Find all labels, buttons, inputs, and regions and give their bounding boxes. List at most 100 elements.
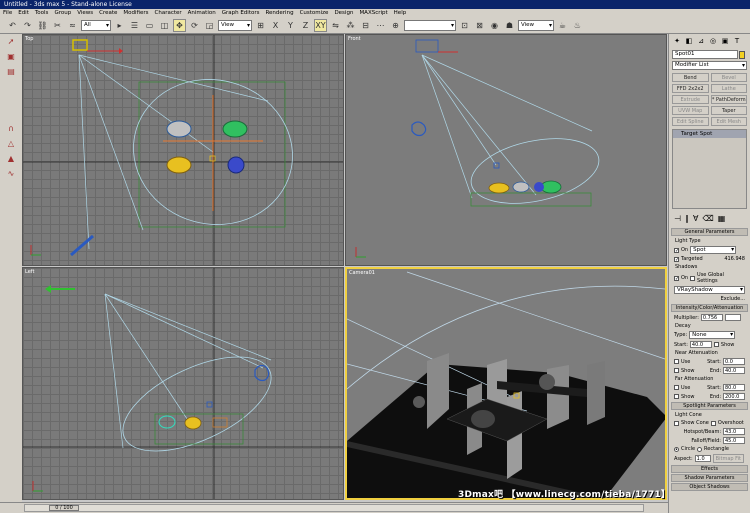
undo-icon[interactable]: ↶ — [6, 19, 19, 32]
display-tab-icon[interactable]: ▣ — [720, 36, 730, 46]
shadow-type-dropdown[interactable]: VRayShadow — [674, 286, 745, 294]
magnet-icon[interactable]: ∩ — [3, 124, 19, 136]
render-scene-icon[interactable]: ☗ — [503, 19, 516, 32]
menu-views[interactable]: Views — [74, 9, 96, 17]
schematic-icon[interactable]: ⊠ — [473, 19, 486, 32]
axis-y-button[interactable]: Y — [284, 19, 297, 32]
array-icon[interactable]: ⁂ — [344, 19, 357, 32]
light-type-dropdown[interactable]: Spot — [690, 246, 737, 254]
shadow-parameters-rollout[interactable]: Shadow Parameters — [671, 474, 748, 482]
remove-modifier-icon[interactable]: ⌫ — [702, 214, 713, 223]
exclude-button[interactable]: Exclude... — [721, 296, 745, 302]
menu-animation[interactable]: Animation — [185, 9, 219, 17]
menu-tools[interactable]: Tools — [32, 9, 52, 17]
show-end-result-icon[interactable]: ∥ — [685, 214, 689, 223]
decay-show-checkbox[interactable] — [713, 342, 719, 347]
box-icon[interactable]: ▣ — [3, 52, 19, 64]
hierarchy-tab-icon[interactable]: ⊿ — [696, 36, 706, 46]
near-show-checkbox[interactable] — [674, 368, 679, 373]
cone-icon[interactable]: ▲ — [3, 154, 19, 166]
rectangle-radio[interactable] — [697, 446, 703, 452]
modifier-editspline-button[interactable]: Edit Spline — [672, 117, 709, 126]
menu-design[interactable]: Design — [331, 9, 356, 17]
named-selection-dropdown[interactable] — [404, 19, 456, 31]
spacing-icon[interactable]: ⋯ — [374, 19, 387, 32]
render-type-dropdown[interactable]: View — [518, 19, 554, 31]
object-color-swatch[interactable] — [739, 51, 745, 59]
modifier-extrude-button[interactable]: Extrude — [672, 95, 709, 104]
rollout-header[interactable]: Spotlight Parameters — [671, 402, 748, 410]
menu-modifiers[interactable]: Modifiers — [120, 9, 151, 17]
pin-stack-icon[interactable]: ⊣ — [674, 214, 681, 223]
light-color-swatch[interactable] — [724, 314, 741, 321]
align-icon[interactable]: ⊟ — [359, 19, 372, 32]
triangle-icon[interactable]: △ — [3, 139, 19, 151]
select-by-name-icon[interactable]: ☰ — [128, 19, 141, 32]
selection-filter-dropdown[interactable]: All — [81, 19, 111, 31]
track-view-icon[interactable]: ⊡ — [458, 19, 471, 32]
menu-customize[interactable]: Customize — [297, 9, 332, 17]
axis-z-button[interactable]: Z — [299, 19, 312, 32]
menu-group[interactable]: Group — [51, 9, 74, 17]
modify-tab-icon[interactable]: ◧ — [684, 36, 694, 46]
wave-icon[interactable]: ∿ — [3, 169, 19, 181]
time-slider[interactable]: 0 / 100 — [24, 504, 644, 512]
circle-radio[interactable]: • — [674, 446, 679, 452]
near-use-checkbox[interactable] — [674, 359, 679, 364]
rollout-header[interactable]: General Parameters — [671, 228, 748, 236]
near-end-spinner[interactable]: 40.0 — [723, 367, 745, 374]
shadows-on-checkbox[interactable]: ✓ — [674, 275, 679, 281]
menu-help[interactable]: Help — [391, 9, 410, 17]
viewport-left[interactable]: Left — [22, 267, 344, 500]
use-global-checkbox[interactable] — [690, 275, 696, 281]
motion-tab-icon[interactable]: ◎ — [708, 36, 718, 46]
modifier-taper-button[interactable]: Taper — [710, 106, 747, 115]
arrow-icon[interactable]: ➚ — [3, 37, 19, 49]
redo-icon[interactable]: ↷ — [21, 19, 34, 32]
render-last-icon[interactable]: ♨ — [571, 19, 584, 32]
quick-render-icon[interactable]: ☕ — [556, 19, 569, 32]
rollout-header[interactable]: Intensity/Color/Attenuation — [671, 304, 748, 312]
scale-icon[interactable]: ◲ — [203, 19, 216, 32]
menu-file[interactable]: File — [0, 9, 15, 17]
axis-x-button[interactable]: X — [269, 19, 282, 32]
show-cone-checkbox[interactable] — [674, 420, 679, 426]
near-start-spinner[interactable]: 0.0 — [723, 358, 745, 365]
pivot-icon[interactable]: ⊞ — [254, 19, 267, 32]
multiplier-spinner[interactable]: 0.756 — [700, 314, 723, 321]
menu-character[interactable]: Character — [152, 9, 185, 17]
bitmap-fit-button[interactable]: Bitmap Fit — [712, 454, 745, 463]
modifier-bend-button[interactable]: Bend — [672, 73, 709, 82]
modifier-ffd-button[interactable]: FFD 2x2x2 — [672, 84, 709, 93]
time-slider-thumb[interactable]: 0 / 100 — [49, 505, 79, 511]
mirror-icon[interactable]: ⇋ — [329, 19, 342, 32]
far-show-checkbox[interactable] — [674, 394, 679, 399]
snaps-icon[interactable]: ⊕ — [389, 19, 402, 32]
rect-selection-icon[interactable]: ▭ — [143, 19, 156, 32]
modifier-list-dropdown[interactable]: Modifier List — [672, 61, 747, 70]
object-shadows-rollout[interactable]: Object Shadows — [671, 483, 748, 491]
utilities-tab-icon[interactable]: T — [732, 36, 742, 46]
light-on-checkbox[interactable]: ✓ — [674, 247, 679, 253]
modifier-pathdeform-button[interactable]: * PathDeform — [710, 95, 747, 104]
modifier-stack[interactable]: Target Spot — [672, 129, 747, 209]
modifier-bevel-button[interactable]: Bevel — [710, 73, 747, 82]
menu-rendering[interactable]: Rendering — [262, 9, 296, 17]
menu-maxscript[interactable]: MAXScript — [356, 9, 390, 17]
menu-edit[interactable]: Edit — [15, 9, 32, 17]
bind-spacewarp-icon[interactable]: ≈ — [66, 19, 79, 32]
window-crossing-icon[interactable]: ◫ — [158, 19, 171, 32]
effects-rollout[interactable]: Effects — [671, 465, 748, 473]
decay-start-spinner[interactable]: 40.0 — [689, 341, 712, 348]
axis-xy-button[interactable]: XY — [314, 18, 327, 32]
create-tab-icon[interactable]: ✦ — [672, 36, 682, 46]
rotate-icon[interactable]: ⟳ — [188, 19, 201, 32]
configure-sets-icon[interactable]: ▦ — [718, 214, 726, 223]
modifier-editmesh-button[interactable]: Edit Mesh — [710, 117, 747, 126]
material-editor-icon[interactable]: ◉ — [488, 19, 501, 32]
make-unique-icon[interactable]: ∀ — [693, 214, 698, 223]
viewport-top[interactable]: Top — [22, 34, 344, 266]
modifier-uvwmap-button[interactable]: UVW Map — [672, 106, 709, 115]
move-icon[interactable]: ✥ — [173, 18, 186, 32]
stack-item-target-spot[interactable]: Target Spot — [673, 130, 746, 138]
